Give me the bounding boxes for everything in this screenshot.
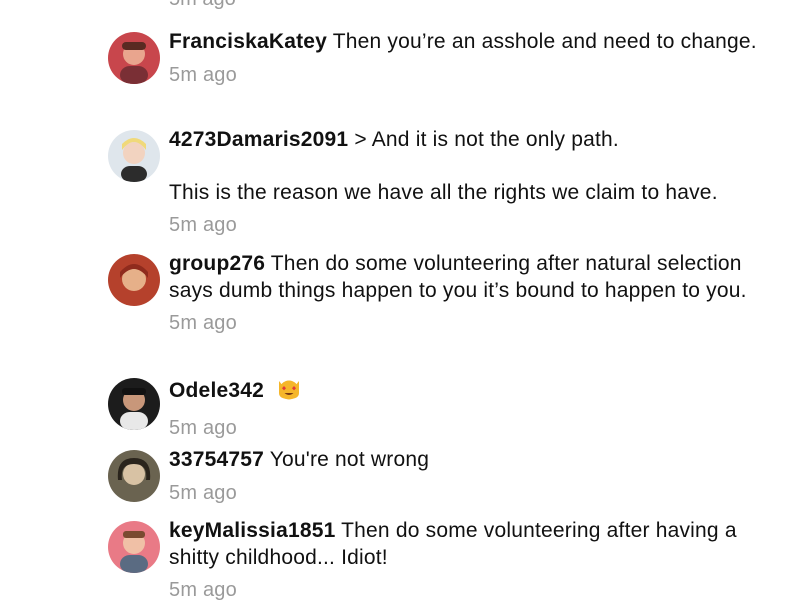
comment-text: Then you’re an asshole and need to chang… — [332, 30, 757, 53]
comment-timestamp: 5m ago — [169, 63, 237, 86]
comment-username[interactable]: Odele342 — [169, 379, 264, 402]
avatar[interactable] — [108, 130, 160, 182]
avatar[interactable] — [108, 32, 160, 84]
avatar[interactable] — [108, 254, 160, 306]
comment-text-paragraph: This is the reason we have all the right… — [169, 180, 718, 204]
avatar[interactable] — [108, 378, 160, 430]
comment-timestamp: 5m ago — [169, 579, 237, 601]
comment-username[interactable]: 33754757 — [169, 448, 264, 471]
comment-username[interactable]: 4273Damaris2091 — [169, 128, 348, 151]
comment-timestamp: 5m ago — [169, 214, 237, 236]
comment-timestamp: 5m ago — [169, 416, 237, 439]
avatar[interactable] — [108, 521, 160, 573]
comment-text: > And it is not the only path. — [354, 128, 619, 151]
heart-eyes-cat-emoji — [276, 375, 302, 409]
comment-username[interactable]: FranciskaKatey — [169, 30, 327, 53]
comment-timestamp: 5m ago — [169, 312, 237, 334]
comment-timestamp: 5m ago — [169, 481, 237, 504]
comment-username[interactable]: keyMalissia1851 — [169, 519, 335, 542]
comment-text: You're not wrong — [269, 448, 430, 471]
timestamp: 5m ago — [169, 0, 236, 11]
avatar[interactable] — [108, 450, 160, 502]
comment-username[interactable]: group276 — [169, 252, 265, 275]
